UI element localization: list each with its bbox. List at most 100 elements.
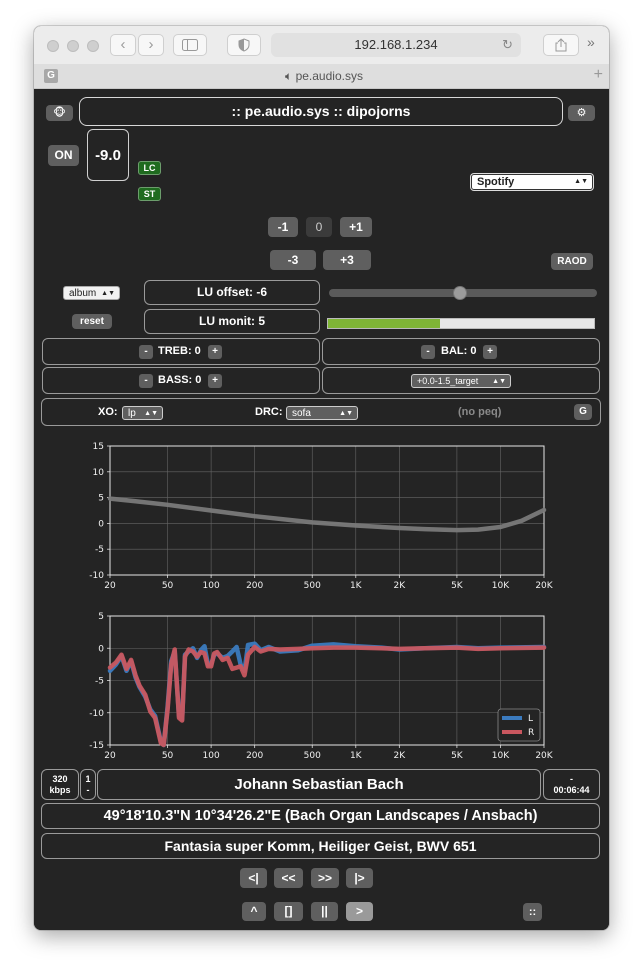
url-text: 192.168.1.234 [354, 37, 438, 52]
legend-label-L: L [528, 714, 533, 724]
privacy-button[interactable] [227, 34, 261, 56]
reload-icon[interactable]: ↻ [502, 33, 513, 57]
x-tick-label: 20 [104, 581, 116, 591]
play-button[interactable]: > [346, 902, 373, 921]
bitrate-value: 320 [52, 774, 68, 784]
target-control: +0.0-1.5_target ▲▼ [322, 367, 600, 394]
tab-title[interactable]: 🔈︎ pe.audio.sys [254, 64, 394, 88]
logo-button[interactable]: 🐵 [46, 105, 73, 121]
x-tick-label: 1K [350, 751, 363, 761]
x-tick-label: 20K [535, 751, 553, 761]
fast-forward-button[interactable]: >> [311, 868, 339, 888]
lu-monit-display: LU monit: 5 [144, 309, 320, 334]
balance-minus-button[interactable]: - [421, 345, 435, 359]
eject-button[interactable]: ^ [242, 902, 266, 921]
gear-icon: ⚙ [576, 107, 587, 119]
bass-plus-button[interactable]: + [208, 374, 222, 388]
stop-button[interactable]: [] [274, 902, 303, 921]
raod-button[interactable]: RAOD [551, 253, 593, 270]
browser-toolbar: ‹ › 192.168.1.234 ↻ » [34, 26, 609, 65]
previous-track-button[interactable]: <| [240, 868, 267, 888]
graphs-toggle-button[interactable]: G [574, 404, 592, 420]
album-display: 49°18'10.3"N 10°34'26.2"E (Bach Organ La… [41, 803, 600, 829]
reset-button[interactable]: reset [72, 314, 112, 329]
x-tick-label: 100 [203, 581, 220, 591]
power-button[interactable]: ON [48, 145, 79, 166]
page-title: :: pe.audio.sys :: dipojorns [79, 97, 563, 126]
loudness-mode-select[interactable]: album ▲▼ [63, 286, 120, 300]
st-badge[interactable]: ST [138, 187, 161, 201]
x-tick-label: 1K [350, 581, 363, 591]
drc-select[interactable]: sofa ▲▼ [286, 406, 358, 420]
volume-plus3-button[interactable]: +3 [323, 250, 371, 270]
y-tick-label: -5 [95, 677, 104, 687]
xo-drc-row: XO: lp ▲▼ DRC: sofa ▲▼ (no peq) G [41, 398, 601, 426]
lc-badge[interactable]: LC [138, 161, 161, 175]
new-tab-button[interactable]: + [594, 66, 603, 84]
xo-label: XO: [98, 406, 118, 418]
x-tick-label: 500 [304, 581, 321, 591]
zoom-window-button[interactable] [87, 40, 99, 52]
balance-control: - BAL: 0 + [322, 338, 600, 365]
more-tabs-icon[interactable]: » [587, 34, 595, 50]
x-tick-label: 10K [492, 751, 510, 761]
x-tick-label: 2K [394, 581, 407, 591]
sidebar-icon [182, 39, 198, 51]
elapsed-time: 00:06:44 [553, 785, 590, 795]
app-content: 🐵 :: pe.audio.sys :: dipojorns ⚙ ON -9.0… [34, 89, 609, 930]
select-arrows-icon: ▲▼ [492, 378, 506, 385]
close-window-button[interactable] [47, 40, 59, 52]
volume-plus1-button[interactable]: +1 [340, 217, 372, 237]
share-icon [555, 38, 567, 52]
more-controls-button[interactable]: :: [523, 903, 542, 921]
lu-offset-slider[interactable] [329, 286, 597, 300]
x-tick-label: 2K [394, 751, 407, 761]
x-tick-label: 50 [162, 581, 174, 591]
tab-bar: G 🔈︎ pe.audio.sys + [34, 64, 609, 89]
bitrate-unit: kbps [49, 785, 71, 795]
plot-area [110, 446, 544, 575]
y-tick-label: 5 [98, 494, 104, 504]
peq-label: (no peq) [458, 406, 502, 418]
treble-minus-button[interactable]: - [139, 345, 153, 359]
xo-select[interactable]: lp ▲▼ [122, 406, 163, 420]
select-arrows-icon: ▲▼ [574, 178, 588, 185]
treble-control: - TREB: 0 + [42, 338, 320, 365]
volume-zero-button[interactable]: 0 [306, 217, 332, 237]
chart-legend: LR [497, 708, 541, 742]
treble-label: TREB: 0 [158, 345, 201, 357]
y-tick-label: -5 [95, 545, 104, 555]
address-bar[interactable]: 192.168.1.234 ↻ [271, 33, 521, 57]
slider-thumb[interactable] [453, 286, 468, 300]
bass-minus-button[interactable]: - [139, 374, 153, 388]
balance-plus-button[interactable]: + [483, 345, 497, 359]
balance-label: BAL: 0 [441, 345, 477, 357]
forward-button[interactable]: › [138, 34, 164, 56]
x-tick-label: 5K [451, 581, 464, 591]
minimize-window-button[interactable] [67, 40, 79, 52]
rewind-button[interactable]: << [274, 868, 303, 888]
settings-button[interactable]: ⚙ [568, 105, 595, 121]
sidebar-button[interactable] [173, 34, 207, 56]
pause-button[interactable]: || [311, 902, 338, 921]
share-button[interactable] [543, 34, 579, 56]
shield-icon [238, 38, 250, 52]
select-arrows-icon: ▲▼ [144, 410, 158, 417]
x-tick-label: 20 [104, 751, 116, 761]
volume-minus3-button[interactable]: -3 [270, 250, 316, 270]
next-track-button[interactable]: |> [346, 868, 373, 888]
back-button[interactable]: ‹ [110, 34, 136, 56]
y-tick-label: 0 [98, 519, 104, 529]
volume-minus1-button[interactable]: -1 [268, 217, 298, 237]
x-tick-label: 50 [162, 751, 174, 761]
x-tick-label: 200 [246, 581, 263, 591]
y-tick-label: -10 [89, 571, 104, 581]
target-select[interactable]: +0.0-1.5_target ▲▼ [411, 374, 511, 388]
y-tick-label: -15 [89, 741, 104, 751]
drc-label: DRC: [255, 406, 283, 418]
treble-plus-button[interactable]: + [208, 345, 222, 359]
y-tick-label: 10 [93, 468, 105, 478]
time-top: - [570, 774, 573, 784]
y-tick-label: 0 [98, 644, 104, 654]
source-select[interactable]: Spotify ▲▼ [471, 174, 593, 190]
